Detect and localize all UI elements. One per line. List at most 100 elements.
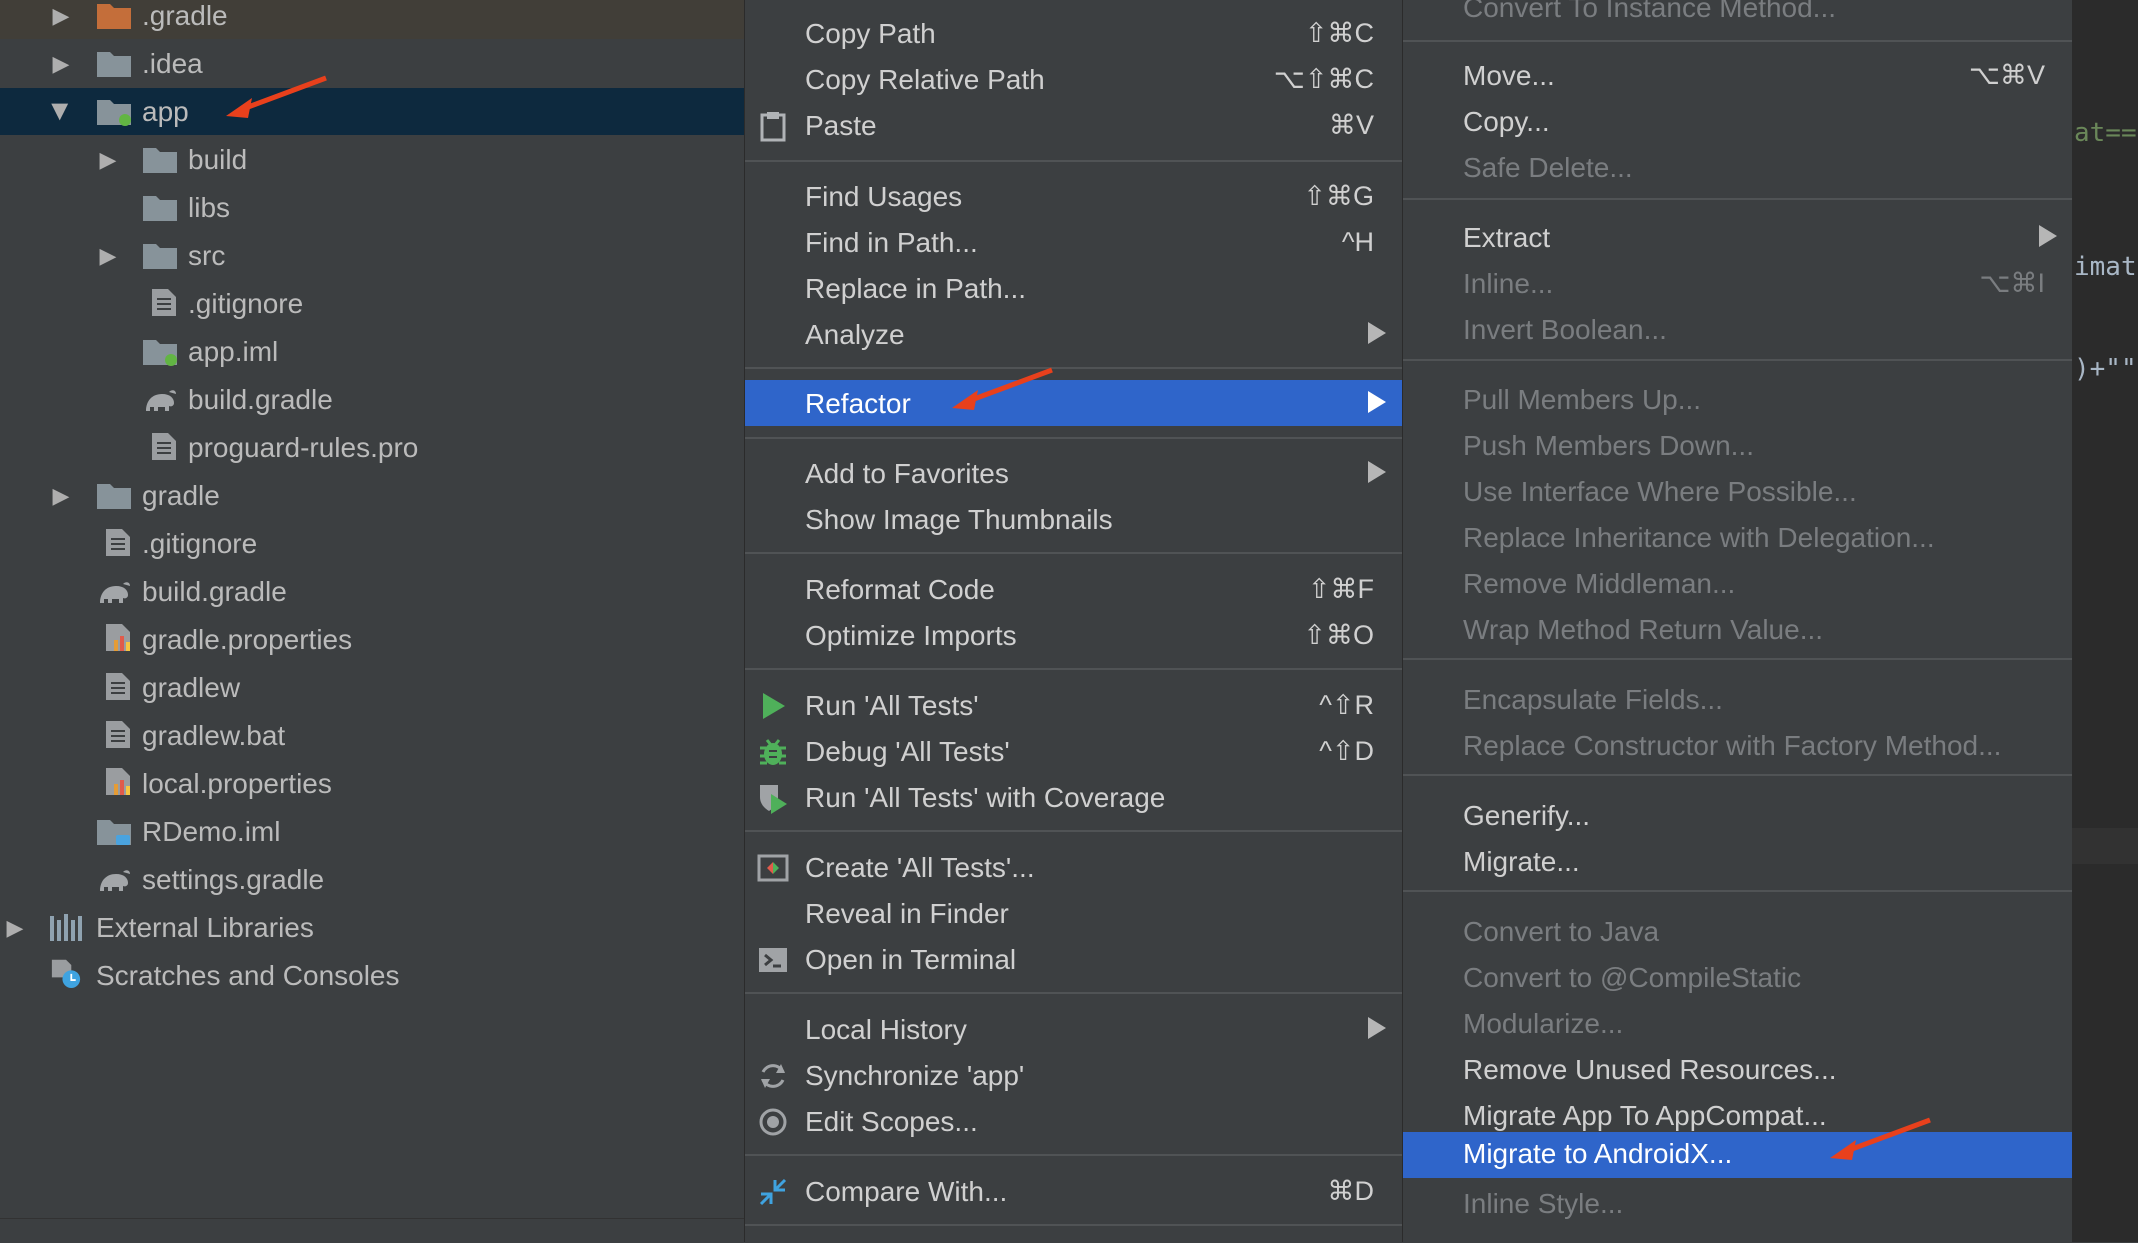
menu-item-debug-all-tests[interactable]: Debug 'All Tests' ^⇧D bbox=[745, 728, 1402, 774]
tree-row-src[interactable]: ▶ src bbox=[0, 232, 744, 279]
menu-item-modularize[interactable]: Modularize... bbox=[1403, 1000, 2073, 1046]
menu-item-convert-to-java[interactable]: Convert to Java bbox=[1403, 908, 2073, 954]
menu-item-inline[interactable]: Inline... ⌥⌘I bbox=[1403, 260, 2073, 306]
menu-item-generify[interactable]: Generify... bbox=[1403, 792, 2073, 838]
menu-item-local-history[interactable]: Local History bbox=[745, 1006, 1402, 1052]
tree-row-gradle[interactable]: ▶ gradle bbox=[0, 472, 744, 519]
submenu-arrow-icon bbox=[1368, 391, 1386, 413]
folder-icon bbox=[143, 148, 177, 173]
menu-item-copy-relative-path[interactable]: Copy Relative Path ⌥⇧⌘C bbox=[745, 56, 1402, 102]
menu-item-copy-path[interactable]: Copy Path ⇧⌘C bbox=[745, 10, 1402, 56]
menu-item-paste[interactable]: Paste ⌘V bbox=[745, 102, 1402, 148]
collapsed-arrow-icon[interactable]: ▶ bbox=[97, 147, 119, 173]
refactor-submenu: Convert To Instance Method... Move... ⌥⌘… bbox=[1402, 0, 2073, 1242]
menu-item-find-usages[interactable]: Find Usages ⇧⌘G bbox=[745, 173, 1402, 219]
menu-item-label: Local History bbox=[805, 1014, 967, 1045]
tree-item-label: settings.gradle bbox=[142, 863, 325, 895]
tree-row-gradle-dir[interactable]: ▶ .gradle bbox=[0, 0, 744, 39]
menu-item-reveal-in-finder[interactable]: Reveal in Finder bbox=[745, 890, 1402, 936]
menu-item-use-interface[interactable]: Use Interface Where Possible... bbox=[1403, 468, 2073, 514]
tree-row-gradlew[interactable]: gradlew bbox=[0, 664, 744, 711]
tree-row-build[interactable]: ▶ build bbox=[0, 136, 744, 183]
menu-item-label: Replace Constructor with Factory Method.… bbox=[1463, 730, 2002, 761]
menu-item-encapsulate-fields[interactable]: Encapsulate Fields... bbox=[1403, 676, 2073, 722]
menu-item-label: Copy... bbox=[1463, 106, 1550, 137]
menu-item-add-to-favorites[interactable]: Add to Favorites bbox=[745, 450, 1402, 496]
tree-row-scratches[interactable]: Scratches and Consoles bbox=[0, 952, 744, 999]
tree-item-label: proguard-rules.pro bbox=[188, 431, 419, 463]
code-editor[interactable]: at== imatc )+""' bbox=[2072, 0, 2138, 1242]
menu-item-optimize-imports[interactable]: Optimize Imports ⇧⌘O bbox=[745, 612, 1402, 658]
menu-item-reformat-code[interactable]: Reformat Code ⇧⌘F bbox=[745, 566, 1402, 612]
collapsed-arrow-icon[interactable]: ▶ bbox=[50, 483, 72, 509]
create-test-icon bbox=[757, 854, 789, 882]
menu-item-convert-compilestatic[interactable]: Convert to @CompileStatic bbox=[1403, 954, 2073, 1000]
menu-item-edit-scopes[interactable]: Edit Scopes... bbox=[745, 1098, 1402, 1144]
menu-item-copy[interactable]: Copy... bbox=[1403, 98, 2073, 144]
menu-item-run-all-tests[interactable]: Run 'All Tests' ^⇧R bbox=[745, 682, 1402, 728]
menu-item-remove-unused-resources[interactable]: Remove Unused Resources... bbox=[1403, 1046, 2073, 1092]
tree-row-proguard[interactable]: proguard-rules.pro bbox=[0, 424, 744, 471]
tree-row-gradlew-bat[interactable]: gradlew.bat bbox=[0, 712, 744, 759]
menu-item-replace-constructor[interactable]: Replace Constructor with Factory Method.… bbox=[1403, 722, 2073, 768]
menu-item-wrap-method-return[interactable]: Wrap Method Return Value... bbox=[1403, 606, 2073, 652]
tree-row-gradle-properties[interactable]: gradle.properties bbox=[0, 616, 744, 663]
collapsed-arrow-icon[interactable]: ▶ bbox=[4, 915, 26, 941]
tree-row-gitignore[interactable]: .gitignore bbox=[0, 520, 744, 567]
menu-item-push-members-down[interactable]: Push Members Down... bbox=[1403, 422, 2073, 468]
scopes-icon bbox=[759, 1108, 787, 1136]
tree-row-app-gitignore[interactable]: .gitignore bbox=[0, 280, 744, 327]
text-file-icon bbox=[106, 721, 130, 748]
tree-row-app-build-gradle[interactable]: build.gradle bbox=[0, 376, 744, 423]
menu-item-find-in-path[interactable]: Find in Path... ^H bbox=[745, 219, 1402, 265]
menu-item-create-all-tests[interactable]: Create 'All Tests'... bbox=[745, 844, 1402, 890]
menu-item-label: Run 'All Tests' with Coverage bbox=[805, 782, 1166, 813]
tree-row-idea[interactable]: ▶ .idea bbox=[0, 40, 744, 87]
menu-item-label: Convert to @CompileStatic bbox=[1463, 962, 1802, 993]
menu-item-analyze[interactable]: Analyze bbox=[745, 311, 1402, 357]
tree-row-libs[interactable]: libs bbox=[0, 184, 744, 231]
menu-item-replace-inheritance[interactable]: Replace Inheritance with Delegation... bbox=[1403, 514, 2073, 560]
shortcut-label: ^⇧D bbox=[1319, 736, 1374, 766]
tree-row-app-iml[interactable]: app.iml bbox=[0, 328, 744, 375]
submenu-arrow-icon bbox=[2039, 225, 2057, 247]
tree-row-local-properties[interactable]: local.properties bbox=[0, 760, 744, 807]
tree-row-app[interactable]: ▶ app bbox=[0, 88, 744, 135]
menu-separator bbox=[1403, 40, 2073, 42]
menu-item-pull-members-up[interactable]: Pull Members Up... bbox=[1403, 376, 2073, 422]
menu-item-open-in-terminal[interactable]: Open in Terminal bbox=[745, 936, 1402, 982]
text-file-icon bbox=[152, 433, 176, 460]
tree-item-label: build bbox=[188, 143, 248, 175]
tree-row-build-gradle[interactable]: build.gradle bbox=[0, 568, 744, 615]
menu-item-compare-with[interactable]: Compare With... ⌘D bbox=[745, 1168, 1402, 1214]
properties-file-icon bbox=[106, 624, 130, 651]
menu-item-replace-in-path[interactable]: Replace in Path... bbox=[745, 265, 1402, 311]
expanded-arrow-icon[interactable]: ▶ bbox=[48, 101, 74, 123]
menu-item-run-with-coverage[interactable]: Run 'All Tests' with Coverage bbox=[745, 774, 1402, 820]
menu-item-refactor[interactable]: Refactor bbox=[745, 380, 1402, 426]
iml-module-icon bbox=[97, 820, 131, 845]
collapsed-arrow-icon[interactable]: ▶ bbox=[97, 243, 119, 269]
menu-item-invert-boolean[interactable]: Invert Boolean... bbox=[1403, 306, 2073, 352]
collapsed-arrow-icon[interactable]: ▶ bbox=[50, 3, 72, 29]
menu-item-inline-style[interactable]: Inline Style... bbox=[1403, 1180, 2073, 1226]
menu-item-move[interactable]: Move... ⌥⌘V bbox=[1403, 52, 2073, 98]
menu-item-remove-middleman[interactable]: Remove Middleman... bbox=[1403, 560, 2073, 606]
menu-item-extract[interactable]: Extract bbox=[1403, 214, 2073, 260]
context-menu: Copy Path ⇧⌘C Copy Relative Path ⌥⇧⌘C Pa… bbox=[744, 0, 1402, 1242]
menu-item-show-image-thumbnails[interactable]: Show Image Thumbnails bbox=[745, 496, 1402, 542]
menu-item-convert-to-instance-method[interactable]: Convert To Instance Method... bbox=[1403, 0, 2073, 30]
menu-item-label: Copy Path bbox=[805, 18, 936, 49]
menu-item-label: Use Interface Where Possible... bbox=[1463, 476, 1857, 507]
menu-item-label: Paste bbox=[805, 110, 877, 141]
collapsed-arrow-icon[interactable]: ▶ bbox=[50, 51, 72, 77]
menu-item-synchronize[interactable]: Synchronize 'app' bbox=[745, 1052, 1402, 1098]
tree-item-label: .gitignore bbox=[142, 527, 258, 559]
menu-item-safe-delete[interactable]: Safe Delete... bbox=[1403, 144, 2073, 190]
tree-row-rdemo-iml[interactable]: RDemo.iml bbox=[0, 808, 744, 855]
folder-icon bbox=[143, 244, 177, 269]
menu-item-migrate[interactable]: Migrate... bbox=[1403, 838, 2073, 884]
tree-row-external-libraries[interactable]: ▶ External Libraries bbox=[0, 904, 744, 951]
menu-item-migrate-androidx[interactable]: Migrate to AndroidX... bbox=[1403, 1132, 2073, 1178]
tree-row-settings-gradle[interactable]: settings.gradle bbox=[0, 856, 744, 903]
